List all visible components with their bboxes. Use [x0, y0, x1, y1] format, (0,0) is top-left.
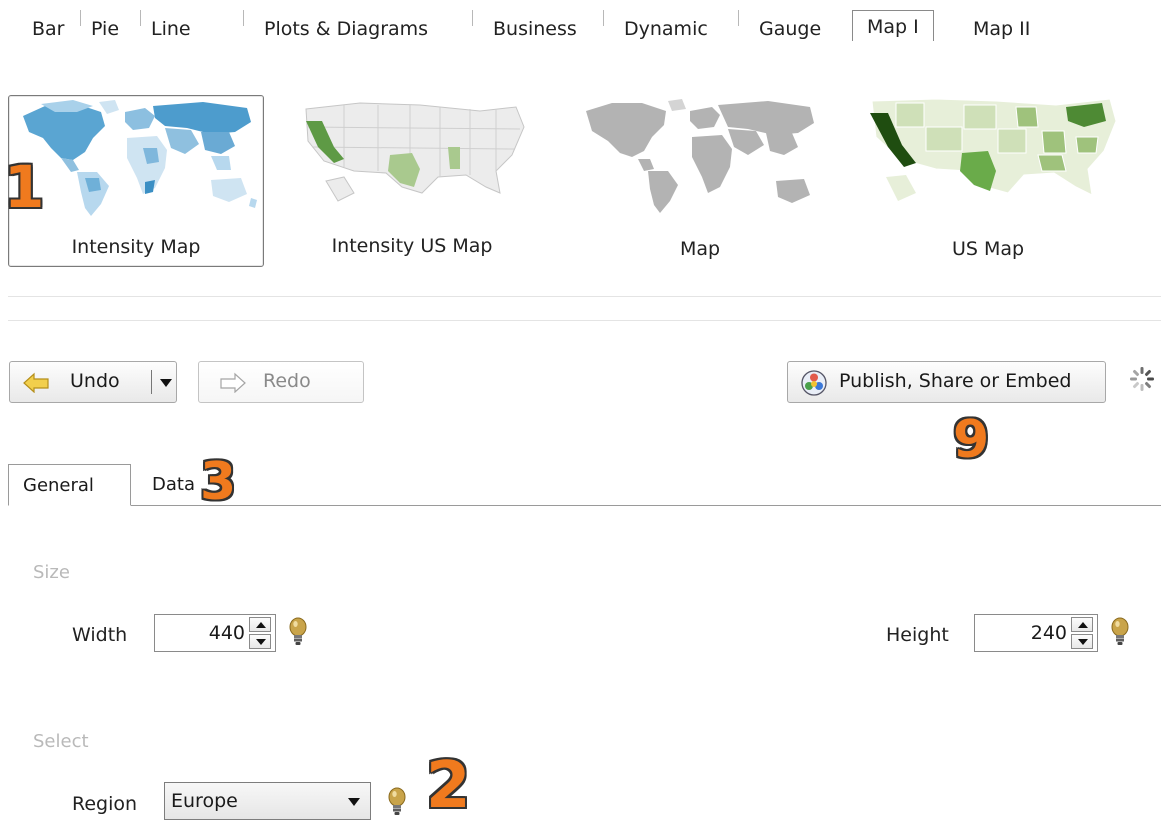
us-map-option[interactable]: US Map — [860, 95, 1116, 267]
redo-label: Redo — [263, 370, 311, 392]
intensity-us-map-option[interactable]: Intensity US Map — [284, 95, 540, 267]
tab-bar[interactable]: Bar — [32, 18, 65, 40]
width-hint-lightbulb-icon[interactable] — [288, 617, 308, 647]
arrow-down-icon — [256, 639, 266, 645]
world-map-icon — [578, 97, 822, 217]
width-increment-button[interactable] — [249, 617, 271, 632]
tab-map-1[interactable]: Map I — [852, 10, 934, 42]
redo-arrow-icon — [220, 372, 246, 393]
tab-strip-underline — [0, 41, 1161, 42]
height-stepper-arrows — [1071, 617, 1095, 649]
width-stepper[interactable]: 440 — [154, 614, 276, 652]
divider — [8, 320, 1161, 321]
callout-1: 1 — [4, 153, 45, 221]
us-map-icon — [866, 97, 1116, 217]
height-hint-lightbulb-icon[interactable] — [1110, 617, 1130, 647]
map-label: Map — [679, 238, 721, 260]
tab-plots-diagrams[interactable]: Plots & Diagrams — [264, 18, 428, 40]
height-increment-button[interactable] — [1071, 617, 1093, 632]
select-section-label: Select — [33, 731, 89, 752]
region-select[interactable]: Europe — [164, 782, 371, 820]
undo-button[interactable]: Undo — [9, 361, 177, 403]
size-section-label: Size — [33, 562, 70, 583]
tab-data[interactable]: Data — [138, 464, 209, 506]
arrow-up-icon — [1078, 622, 1088, 628]
map-option[interactable]: Map — [572, 95, 828, 267]
intensity-map-option[interactable]: Intensity Map — [8, 95, 264, 267]
arrow-up-icon — [256, 622, 266, 628]
tab-map-2[interactable]: Map II — [973, 18, 1030, 40]
intensity-map-label: Intensity Map — [71, 236, 201, 258]
intensity-us-map-icon — [290, 97, 534, 217]
tab-general[interactable]: General — [8, 464, 131, 506]
divider — [8, 296, 1161, 297]
width-value[interactable]: 440 — [209, 615, 245, 651]
callout-3: 3 — [200, 452, 237, 512]
publish-label: Publish, Share or Embed — [839, 370, 1072, 392]
us-map-label: US Map — [951, 238, 1025, 260]
intensity-us-map-label: Intensity US Map — [331, 235, 493, 257]
tab-separator — [80, 10, 81, 26]
tab-gauge[interactable]: Gauge — [759, 18, 821, 40]
tab-line[interactable]: Line — [151, 18, 191, 40]
arrow-down-icon — [1078, 639, 1088, 645]
width-label: Width — [72, 624, 128, 646]
region-hint-lightbulb-icon[interactable] — [387, 787, 407, 817]
region-label: Region — [72, 793, 138, 815]
tab-dynamic[interactable]: Dynamic — [624, 18, 708, 40]
tab-separator — [603, 10, 604, 26]
height-decrement-button[interactable] — [1071, 634, 1093, 649]
callout-2: 2 — [426, 749, 471, 823]
tab-separator — [738, 10, 739, 26]
callout-9: 9 — [953, 410, 990, 470]
undo-split-divider — [151, 370, 152, 394]
height-value[interactable]: 240 — [1031, 615, 1067, 651]
intensity-world-map-icon — [15, 98, 259, 218]
tab-separator — [472, 10, 473, 26]
tab-business[interactable]: Business — [493, 18, 577, 40]
publish-share-embed-button[interactable]: Publish, Share or Embed — [787, 361, 1106, 403]
redo-button[interactable]: Redo — [198, 361, 364, 403]
undo-label: Undo — [70, 370, 120, 392]
width-stepper-arrows — [249, 617, 273, 649]
chevron-down-icon — [348, 798, 360, 806]
tab-separator — [140, 10, 141, 26]
tab-pie[interactable]: Pie — [91, 18, 119, 40]
undo-dropdown-chevron-down-icon[interactable] — [160, 379, 172, 387]
region-selected-value: Europe — [171, 790, 238, 812]
share-circles-icon — [801, 370, 827, 396]
loading-spinner-icon — [1130, 367, 1154, 391]
width-decrement-button[interactable] — [249, 634, 271, 649]
height-stepper[interactable]: 240 — [974, 614, 1098, 652]
undo-arrow-icon — [23, 372, 49, 393]
height-label: Height — [886, 624, 949, 646]
tab-separator — [243, 10, 244, 26]
